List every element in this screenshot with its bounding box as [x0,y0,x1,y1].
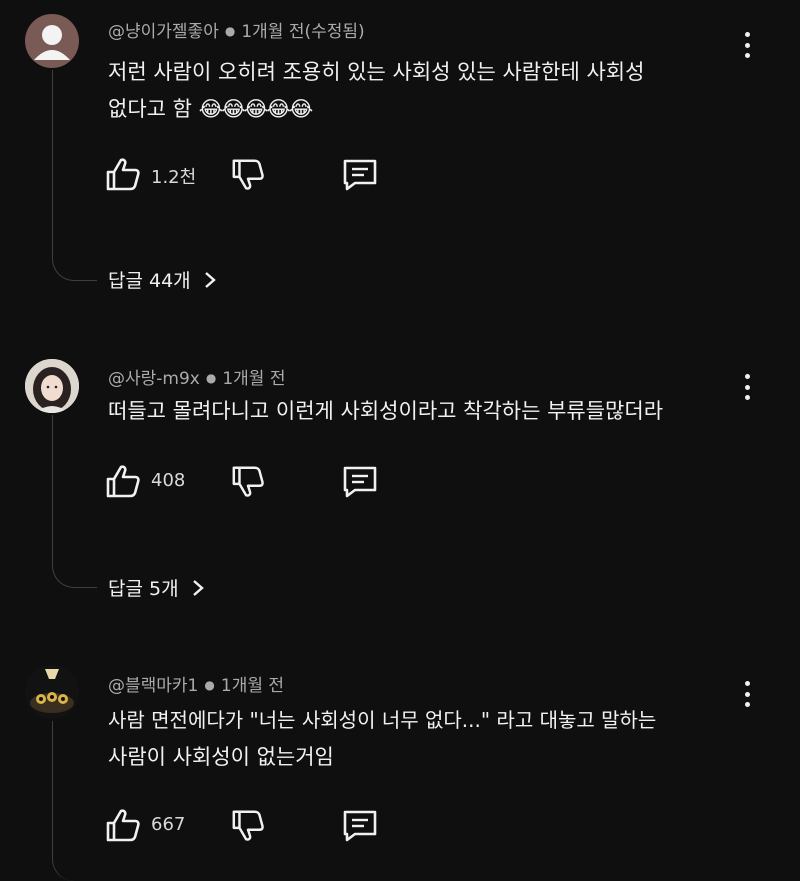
author-name[interactable]: @사랑-m9x [108,369,200,389]
view-replies-button[interactable]: 답글 44개 [108,266,217,293]
laughing-emoji: 😂😂😂😂😂 [198,97,314,121]
comment-time: 1개월 전 [220,676,285,696]
profile-photo [25,665,79,719]
comment-meta: @냥이가젤좋아 ● 1개월 전(수정됨) [108,17,365,42]
author-name[interactable]: @냥이가젤좋아 [108,22,219,42]
thumbs-down-icon[interactable] [230,464,266,500]
more-options-icon[interactable] [736,370,758,404]
comment-text-line: 사람이 사회성이 없는거임 [108,745,334,769]
comment-time: 1개월 전 [222,369,286,389]
replies-count: 답글 5개 [108,578,179,600]
avatar[interactable] [25,359,79,413]
separator-dot: ● [205,371,217,385]
comment-time: 1개월 전(수정됨) [241,22,365,42]
separator-dot: ● [224,24,236,38]
thread-line [52,70,97,281]
view-replies-button[interactable]: 답글 5개 [108,574,205,601]
reply-icon[interactable] [341,464,379,500]
comment-text: 저런 사람이 오히려 조용히 있는 사회성 있는 사람한테 사회성 없다고 함 … [108,54,748,128]
like-count: 1.2천 [151,167,197,188]
reply-icon[interactable] [341,808,379,844]
comment-actions: 667 [104,806,404,846]
comment-text: 사람 면전에다가 "너는 사회성이 너무 없다..." 라고 대놓고 말하는 사… [108,702,738,776]
comment-actions: 1.2천 [104,155,404,195]
comment-text-line: 없다고 함 [108,97,192,121]
more-options-icon[interactable] [736,28,758,62]
thumbs-up-icon[interactable] [104,806,142,844]
default-avatar-icon [34,25,70,60]
thumbs-up-icon[interactable] [104,155,142,193]
thread-line [52,415,97,588]
comment-text-line: 사람 면전에다가 "너는 사회성이 너무 없다..." 라고 대놓고 말하는 [108,708,657,732]
more-options-icon[interactable] [736,677,758,711]
comment-meta: @사랑-m9x ● 1개월 전 [108,364,285,389]
avatar[interactable] [25,14,79,68]
comment-text-line: 떠들고 몰려다니고 이런게 사회성이라고 착각하는 부류들많더라 [108,399,664,423]
comment-text-line: 저런 사람이 오히려 조용히 있는 사회성 있는 사람한테 사회성 [108,60,645,84]
thread-line [52,721,97,881]
like-count: 408 [151,470,186,491]
thumbs-up-icon[interactable] [104,462,142,500]
comment-text: 떠들고 몰려다니고 이런게 사회성이라고 착각하는 부류들많더라 [108,393,748,430]
comment-actions: 408 [104,462,404,502]
separator-dot: ● [204,678,215,692]
avatar[interactable] [25,665,79,719]
chevron-right-icon [192,579,204,596]
chevron-right-icon [204,271,216,288]
author-name[interactable]: @블랙마카1 [108,676,198,696]
profile-photo [25,359,79,413]
thumbs-down-icon[interactable] [230,157,266,193]
thumbs-down-icon[interactable] [230,808,266,844]
comment-meta: @블랙마카1 ● 1개월 전 [108,671,284,696]
replies-count: 답글 44개 [108,270,191,292]
reply-icon[interactable] [341,157,379,193]
like-count: 667 [151,814,186,835]
